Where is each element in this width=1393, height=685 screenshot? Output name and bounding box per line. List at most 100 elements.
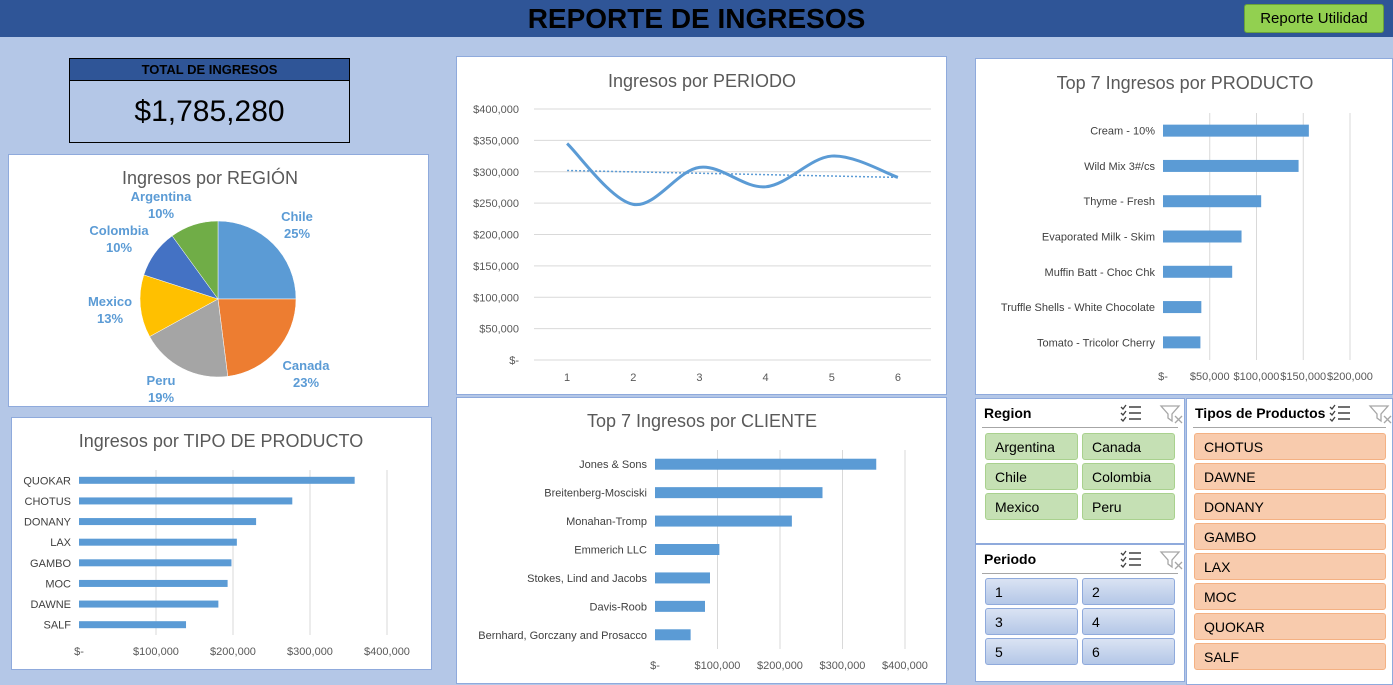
slicer-item-tipos-quokar[interactable]: QUOKAR bbox=[1194, 613, 1386, 640]
pie-label-colombia: Colombia bbox=[89, 223, 149, 238]
tipo-producto-bar-chart: Ingresos por TIPO DE PRODUCTO $- $100,000 $… bbox=[11, 417, 432, 670]
bar-monahan-tromp bbox=[655, 515, 792, 527]
category-label: Truffle Shells - White Chocolate bbox=[1001, 302, 1155, 314]
slicer-item-tipos-chotus[interactable]: CHOTUS bbox=[1194, 433, 1386, 460]
pie-pct-chile: 25% bbox=[284, 226, 310, 241]
clear-filter-icon[interactable] bbox=[1368, 405, 1392, 424]
category-label: Monahan-Tromp bbox=[566, 516, 647, 528]
x-tick-label: 6 bbox=[895, 372, 901, 384]
x-tick-label: 5 bbox=[829, 372, 835, 384]
pie-pct-peru: 19% bbox=[148, 390, 174, 405]
region-slicer-title: Region bbox=[984, 405, 1032, 421]
producto-bar-chart: Top 7 Ingresos por PRODUCTO $- $50,000 $100… bbox=[975, 58, 1393, 395]
bar-tomato-tricolor-cherry bbox=[1163, 336, 1201, 349]
category-label: SALF bbox=[43, 620, 71, 632]
category-label: CHOTUS bbox=[25, 496, 71, 508]
category-label: Cream - 10% bbox=[1090, 126, 1155, 138]
category-label: Muffin Batt - Choc Chk bbox=[1045, 267, 1156, 279]
x-tick-label: $400,000 bbox=[364, 646, 410, 658]
slicer-item-tipos-moc[interactable]: MOC bbox=[1194, 583, 1386, 610]
reporte-utilidad-button[interactable]: Reporte Utilidad bbox=[1244, 4, 1384, 33]
category-label: Stokes, Lind and Jacobs bbox=[527, 573, 647, 585]
x-tick-label: $- bbox=[1158, 371, 1168, 383]
region-chart-title: Ingresos por REGIÓN bbox=[122, 167, 298, 188]
total-ingresos-value: $1,785,280 bbox=[134, 95, 285, 128]
pie-pct-argentina: 10% bbox=[148, 206, 174, 221]
x-tick-label: $300,000 bbox=[287, 646, 333, 658]
slicer-item-tipos-dawne[interactable]: DAWNE bbox=[1194, 463, 1386, 490]
bar-davis-roob bbox=[655, 600, 705, 612]
bar-cream-10- bbox=[1163, 124, 1309, 137]
slicer-icons bbox=[1329, 404, 1392, 424]
tipos-slicer-title: Tipos de Productos bbox=[1195, 405, 1326, 421]
y-tick-label: $250,000 bbox=[473, 198, 519, 210]
slicer-icons bbox=[1120, 404, 1183, 424]
bar-wild-mix-3-cs bbox=[1163, 159, 1299, 172]
x-tick-label: 1 bbox=[564, 372, 570, 384]
bar-jones-sons bbox=[655, 458, 877, 470]
total-ingresos-card: TOTAL DE INGRESOS $1,785,280 bbox=[69, 58, 350, 143]
multi-select-icon[interactable] bbox=[1120, 550, 1141, 568]
x-tick-label: $150,000 bbox=[1280, 371, 1326, 383]
slicer-item-region-mexico[interactable]: Mexico bbox=[985, 493, 1078, 520]
x-tick-label: $400,000 bbox=[882, 660, 928, 672]
pie-pct-mexico: 13% bbox=[97, 311, 123, 326]
y-tick-label: $100,000 bbox=[473, 292, 519, 304]
slicer-item-periodo-3[interactable]: 3 bbox=[985, 608, 1078, 635]
slicer-item-tipos-lax[interactable]: LAX bbox=[1194, 553, 1386, 580]
x-tick-label: $50,000 bbox=[1190, 371, 1230, 383]
category-label: Breitenberg-Mosciski bbox=[544, 488, 647, 500]
category-label: Davis-Roob bbox=[590, 601, 647, 613]
slicer-item-periodo-4[interactable]: 4 bbox=[1082, 608, 1175, 635]
region-pie-chart: Ingresos por REGIÓN Chile 25% Canada 23% Peru… bbox=[8, 154, 429, 407]
cliente-bar-chart: Top 7 Ingresos por CLIENTE $- $100,000 $200… bbox=[456, 397, 947, 684]
category-label: MOC bbox=[45, 578, 71, 590]
pie-label-canada: Canada bbox=[283, 358, 331, 373]
slicer-item-region-peru[interactable]: Peru bbox=[1082, 493, 1175, 520]
clear-filter-icon[interactable] bbox=[1159, 405, 1183, 424]
category-label: Evaporated Milk - Skim bbox=[1042, 232, 1155, 244]
multi-select-icon[interactable] bbox=[1120, 404, 1141, 422]
y-tick-label: $- bbox=[509, 355, 519, 367]
bar-stokes-lind-and-jacobs bbox=[655, 572, 710, 584]
bar-muffin-batt-choc-chk bbox=[1163, 265, 1233, 278]
x-tick-label: $100,000 bbox=[1234, 371, 1280, 383]
x-tick-label: $100,000 bbox=[695, 660, 741, 672]
tipos-slicer: Tipos de Productos CHOTUS DAWNE DONANY GAMB… bbox=[1186, 398, 1393, 685]
category-label: Emmerich LLC bbox=[574, 545, 647, 557]
total-ingresos-label: TOTAL DE INGRESOS bbox=[70, 59, 349, 81]
pie-label-chile: Chile bbox=[281, 209, 313, 224]
slicer-item-tipos-gambo[interactable]: GAMBO bbox=[1194, 523, 1386, 550]
category-label: GAMBO bbox=[30, 558, 71, 570]
pie-label-peru: Peru bbox=[147, 373, 176, 388]
x-tick-label: 4 bbox=[763, 372, 769, 384]
slicer-item-region-argentina[interactable]: Argentina bbox=[985, 433, 1078, 460]
y-tick-label: $200,000 bbox=[473, 230, 519, 242]
x-tick-label: $- bbox=[650, 660, 660, 672]
multi-select-icon[interactable] bbox=[1329, 404, 1350, 422]
category-label: QUOKAR bbox=[23, 475, 71, 487]
page-title: REPORTE DE INGRESOS bbox=[527, 3, 866, 34]
y-tick-label: $50,000 bbox=[479, 324, 519, 336]
y-tick-label: $400,000 bbox=[473, 104, 519, 116]
pie-label-mexico: Mexico bbox=[88, 294, 132, 309]
x-tick-label: $- bbox=[74, 646, 84, 658]
slicer-item-region-canada[interactable]: Canada bbox=[1082, 433, 1175, 460]
bar-moc bbox=[79, 579, 228, 587]
pie-label-argentina: Argentina bbox=[131, 189, 192, 204]
bar-thyme-fresh bbox=[1163, 195, 1262, 208]
slicer-item-periodo-5[interactable]: 5 bbox=[985, 638, 1078, 665]
slicer-item-region-colombia[interactable]: Colombia bbox=[1082, 463, 1175, 490]
slicer-item-tipos-donany[interactable]: DONANY bbox=[1194, 493, 1386, 520]
periodo-slicer: Periodo 123456 bbox=[975, 544, 1185, 682]
slicer-item-tipos-salf[interactable]: SALF bbox=[1194, 643, 1386, 670]
bar-chotus bbox=[79, 497, 293, 505]
slicer-item-region-chile[interactable]: Chile bbox=[985, 463, 1078, 490]
bar-gambo bbox=[79, 559, 232, 567]
bar-emmerich-llc bbox=[655, 544, 720, 555]
bar-evaporated-milk-skim bbox=[1163, 230, 1242, 243]
clear-filter-icon[interactable] bbox=[1159, 551, 1183, 570]
slicer-item-periodo-6[interactable]: 6 bbox=[1082, 638, 1175, 665]
slicer-item-periodo-1[interactable]: 1 bbox=[985, 578, 1078, 605]
slicer-item-periodo-2[interactable]: 2 bbox=[1082, 578, 1175, 605]
